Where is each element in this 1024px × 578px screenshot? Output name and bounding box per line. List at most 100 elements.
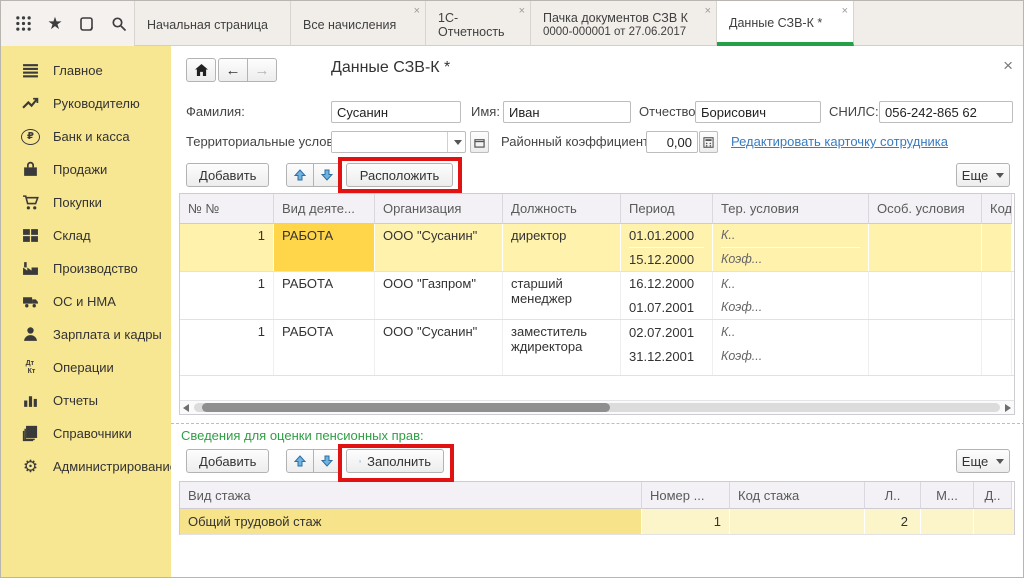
table-row[interactable]: 1 РАБОТА ООО "Сусанин" директор 01.01.20… <box>180 224 1014 272</box>
move-down-button[interactable] <box>313 163 341 187</box>
cell-position[interactable]: заместитель ждиректора <box>503 320 621 375</box>
tab-szvk-data[interactable]: Данные СЗВ-К * × <box>717 1 854 46</box>
cell-ter[interactable]: К.. Коэф... <box>713 272 869 319</box>
cell-position[interactable]: старший менеджер <box>503 272 621 319</box>
history-icon[interactable] <box>75 12 99 36</box>
cell-number[interactable]: 1 <box>642 509 730 534</box>
lastname-input[interactable] <box>331 101 461 123</box>
sidebar-item-bank[interactable]: ₽ Банк и касса <box>1 120 171 153</box>
close-form-icon[interactable]: × <box>1003 57 1013 74</box>
cell-kind[interactable]: РАБОТА <box>274 272 375 319</box>
cell-code[interactable] <box>982 224 1012 271</box>
cell-years[interactable]: 2 <box>865 509 921 534</box>
sidebar-item-directories[interactable]: Справочники <box>1 417 171 450</box>
search-icon[interactable] <box>107 12 131 36</box>
cell-special[interactable] <box>869 320 982 375</box>
table-row[interactable]: 1 РАБОТА ООО "Газпром" старший менеджер … <box>180 272 1014 320</box>
cell-ter[interactable]: К.. Коэф... <box>713 224 869 271</box>
move-up-button[interactable] <box>286 163 314 187</box>
table-row[interactable]: 1 РАБОТА ООО "Сусанин" заместитель ждире… <box>180 320 1014 376</box>
sidebar-item-manager[interactable]: Руководителю <box>1 87 171 120</box>
horizontal-scrollbar[interactable] <box>180 400 1014 414</box>
cell-org[interactable]: ООО "Сусанин" <box>375 320 503 375</box>
cell-months[interactable] <box>921 509 974 534</box>
column-header[interactable]: Период <box>621 194 713 224</box>
favorites-star-icon[interactable]: ★ <box>43 12 67 36</box>
tab-close-icon[interactable]: × <box>414 6 420 17</box>
column-header[interactable]: № № <box>180 194 274 224</box>
move-up-button[interactable] <box>286 449 314 473</box>
tab-accruals[interactable]: Все начисления × <box>291 1 426 46</box>
scroll-left-icon[interactable] <box>183 404 189 412</box>
cell-special[interactable] <box>869 224 982 271</box>
cell-position[interactable]: директор <box>503 224 621 271</box>
middlename-input[interactable] <box>695 101 821 123</box>
sidebar-item-warehouse[interactable]: Склад <box>1 219 171 252</box>
fill-button[interactable]: Заполнить <box>346 449 444 473</box>
sidebar-item-production[interactable]: Производство <box>1 252 171 285</box>
cell-org[interactable]: ООО "Сусанин" <box>375 224 503 271</box>
sidebar-item-fixed-assets[interactable]: ОС и НМА <box>1 285 171 318</box>
column-header[interactable]: Организация <box>375 194 503 224</box>
column-header[interactable]: Особ. условия <box>869 194 982 224</box>
chevron-down-icon[interactable] <box>447 132 465 152</box>
cell-num[interactable]: 1 <box>180 224 274 271</box>
sidebar-item-reports[interactable]: Отчеты <box>1 384 171 417</box>
cell-org[interactable]: ООО "Газпром" <box>375 272 503 319</box>
scrollbar-track[interactable] <box>194 403 1000 412</box>
more-button-top[interactable]: Еще <box>956 163 1010 187</box>
tab-home[interactable]: Начальная страница <box>135 1 291 46</box>
cell-special[interactable] <box>869 272 982 319</box>
column-header[interactable]: М... <box>921 482 974 509</box>
more-button-bottom[interactable]: Еще <box>956 449 1010 473</box>
column-header[interactable]: Л.. <box>865 482 921 509</box>
column-header[interactable]: Код стажа <box>730 482 865 509</box>
tab-close-icon[interactable]: × <box>842 6 848 17</box>
cell-period[interactable]: 16.12.2000 01.07.2001 <box>621 272 713 319</box>
column-header[interactable]: Номер ... <box>642 482 730 509</box>
back-button[interactable]: ← <box>218 58 248 82</box>
firstname-input[interactable] <box>503 101 631 123</box>
tab-close-icon[interactable]: × <box>519 6 525 17</box>
territorial-input[interactable] <box>332 132 447 152</box>
main-menu-icon[interactable] <box>11 12 35 36</box>
cell-num[interactable]: 1 <box>180 320 274 375</box>
add-button-top[interactable]: Добавить <box>186 163 269 187</box>
cell-ter[interactable]: К.. Коэф... <box>713 320 869 375</box>
tab-1c-reporting[interactable]: 1С-Отчетность × <box>426 1 531 46</box>
move-down-button[interactable] <box>313 449 341 473</box>
cell-days[interactable] <box>974 509 1012 534</box>
cell-code[interactable] <box>982 320 1012 375</box>
cell-code[interactable] <box>982 272 1012 319</box>
column-header[interactable]: Вид стажа <box>180 482 642 509</box>
sidebar-item-payroll[interactable]: Зарплата и кадры <box>1 318 171 351</box>
add-button-bottom[interactable]: Добавить <box>186 449 269 473</box>
column-header[interactable]: Код <box>982 194 1012 224</box>
sidebar-item-administration[interactable]: ⚙ Администрирование <box>1 450 171 483</box>
snils-input[interactable] <box>879 101 1013 123</box>
cell-kind[interactable]: РАБОТА <box>274 224 375 271</box>
edit-employee-link[interactable]: Редактировать карточку сотрудника <box>731 134 948 149</box>
cell-stage-kind[interactable]: Общий трудовой стаж <box>180 509 642 534</box>
arrange-button[interactable]: Расположить <box>346 163 453 187</box>
sidebar-item-main[interactable]: Главное <box>1 54 171 87</box>
scroll-right-icon[interactable] <box>1005 404 1011 412</box>
tab-document-pack[interactable]: Пачка документов СЗВ К 0000-000001 от 27… <box>531 1 717 46</box>
column-header[interactable]: Д.. <box>974 482 1012 509</box>
column-header[interactable]: Тер. условия <box>713 194 869 224</box>
forward-button[interactable]: → <box>247 58 277 82</box>
sidebar-item-operations[interactable]: Дт Кт Операции <box>1 351 171 384</box>
splitter[interactable] <box>171 423 1024 424</box>
home-button[interactable] <box>186 58 216 82</box>
column-header[interactable]: Должность <box>503 194 621 224</box>
calculator-button[interactable] <box>699 131 718 153</box>
cell-period[interactable]: 01.01.2000 15.12.2000 <box>621 224 713 271</box>
cell-num[interactable]: 1 <box>180 272 274 319</box>
cell-stage-code[interactable] <box>730 509 865 534</box>
scrollbar-thumb[interactable] <box>202 403 610 412</box>
table-row[interactable]: Общий трудовой стаж 1 2 <box>180 509 1014 535</box>
territorial-choose-button[interactable] <box>470 131 489 153</box>
cell-period[interactable]: 02.07.2001 31.12.2001 <box>621 320 713 375</box>
sidebar-item-sales[interactable]: Продажи <box>1 153 171 186</box>
column-header[interactable]: Вид деяте... <box>274 194 375 224</box>
